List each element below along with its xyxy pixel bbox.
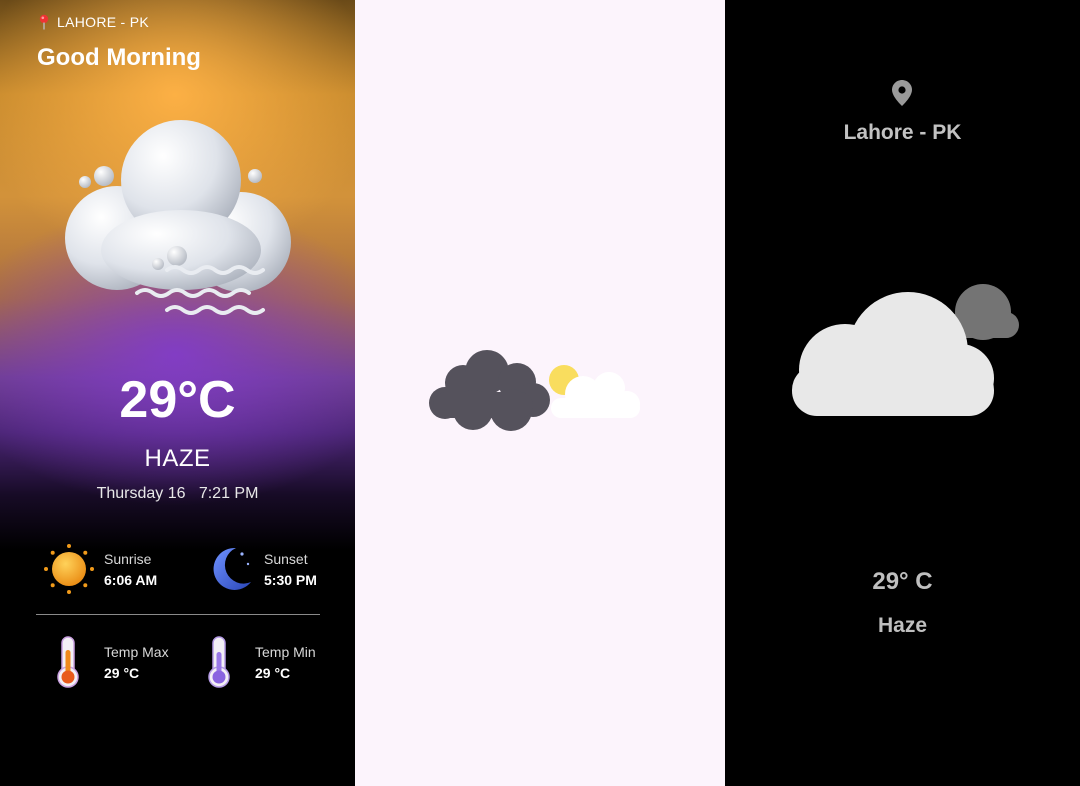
sunrise-label: Sunrise bbox=[104, 550, 152, 567]
moon-icon bbox=[213, 547, 251, 590]
location-pin-icon[interactable] bbox=[892, 80, 912, 106]
greeting-title: Good Morning bbox=[37, 44, 201, 71]
sunrise-info: Sunrise 6:06 AM bbox=[44, 544, 157, 594]
weather-screen-detailed: LAHORE - PK Good Morning 29°C HAZE Thurs… bbox=[0, 0, 355, 786]
cloud-icon bbox=[792, 284, 1019, 416]
location-row[interactable]: LAHORE - PK bbox=[37, 14, 149, 30]
thermometer-cold-icon bbox=[208, 636, 230, 688]
cloudy-with-sun-icon bbox=[429, 350, 640, 431]
sunset-label: Sunset bbox=[264, 550, 308, 567]
haze-cloud-icon bbox=[65, 120, 291, 315]
thermometer-hot-icon bbox=[57, 636, 79, 688]
location-label: LAHORE - PK bbox=[57, 14, 149, 30]
temperature-value: 29°C bbox=[119, 371, 236, 429]
temp-max-info: Temp Max 29 °C bbox=[56, 636, 169, 688]
location-pin-icon bbox=[39, 14, 49, 30]
sunset-info: Sunset 5:30 PM bbox=[206, 544, 317, 594]
temperature-value: 29° C bbox=[872, 568, 933, 595]
temp-max-value: 29 °C bbox=[104, 664, 140, 681]
condition-label: Haze bbox=[877, 614, 928, 637]
location-label: Lahore - PK bbox=[843, 121, 962, 144]
condition-label: HAZE bbox=[144, 445, 211, 472]
sun-icon bbox=[44, 544, 94, 594]
date-time-label: Thursday 16 7:21 PM bbox=[96, 485, 259, 502]
divider bbox=[36, 614, 320, 615]
sunrise-value: 6:06 AM bbox=[104, 571, 158, 588]
temp-min-info: Temp Min 29 °C bbox=[207, 636, 316, 688]
weather-screen-minimal: Lahore - PK 29° C Haze bbox=[725, 0, 1080, 786]
sunset-value: 5:30 PM bbox=[264, 571, 317, 588]
temp-min-value: 29 °C bbox=[255, 664, 291, 681]
temp-min-label: Temp Min bbox=[255, 643, 316, 660]
app-screens: LAHORE - PK Good Morning 29°C HAZE Thurs… bbox=[0, 0, 1080, 786]
temp-max-label: Temp Max bbox=[104, 643, 169, 660]
weather-screen-loading bbox=[355, 0, 725, 786]
